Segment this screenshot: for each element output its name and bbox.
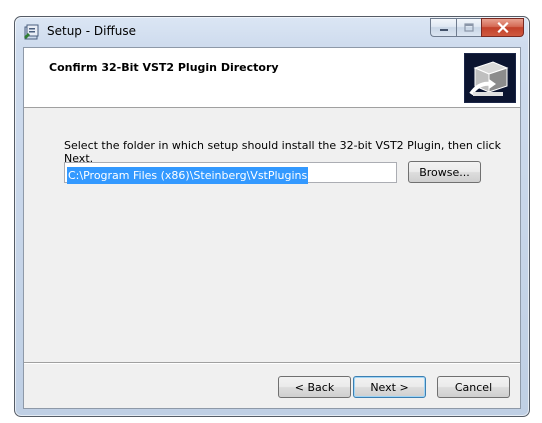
install-directory-input[interactable]: C:\Program Files (x86)\Steinberg\VstPlug… (64, 162, 397, 184)
minimize-button[interactable] (430, 18, 456, 37)
wizard-client-area: Confirm 32-Bit VST2 Plugin Directory Sel… (23, 47, 521, 409)
window-title: Setup - Diffuse (47, 24, 136, 38)
minimize-icon (439, 28, 448, 31)
close-button[interactable] (481, 18, 524, 37)
installer-logo (464, 53, 516, 103)
next-button[interactable]: Next > (353, 376, 426, 398)
wizard-header: Confirm 32-Bit VST2 Plugin Directory (24, 48, 520, 108)
caption-buttons (430, 18, 524, 38)
browse-button[interactable]: Browse... (408, 161, 481, 183)
page-title: Confirm 32-Bit VST2 Plugin Directory (49, 61, 279, 74)
maximize-icon (464, 23, 474, 32)
directory-value[interactable]: C:\Program Files (x86)\Steinberg\VstPlug… (67, 167, 309, 184)
maximize-button[interactable] (456, 18, 481, 37)
cancel-button[interactable]: Cancel (437, 376, 510, 398)
close-icon (496, 22, 509, 33)
installer-box-icon (469, 61, 509, 96)
title-bar[interactable]: Setup - Diffuse (15, 17, 529, 47)
back-button[interactable]: < Back (278, 376, 351, 398)
setup-app-icon[interactable] (23, 23, 41, 41)
footer-divider (24, 362, 520, 364)
setup-window: Setup - Diffuse Confirm 32-Bit VST2 Plug… (14, 16, 530, 417)
